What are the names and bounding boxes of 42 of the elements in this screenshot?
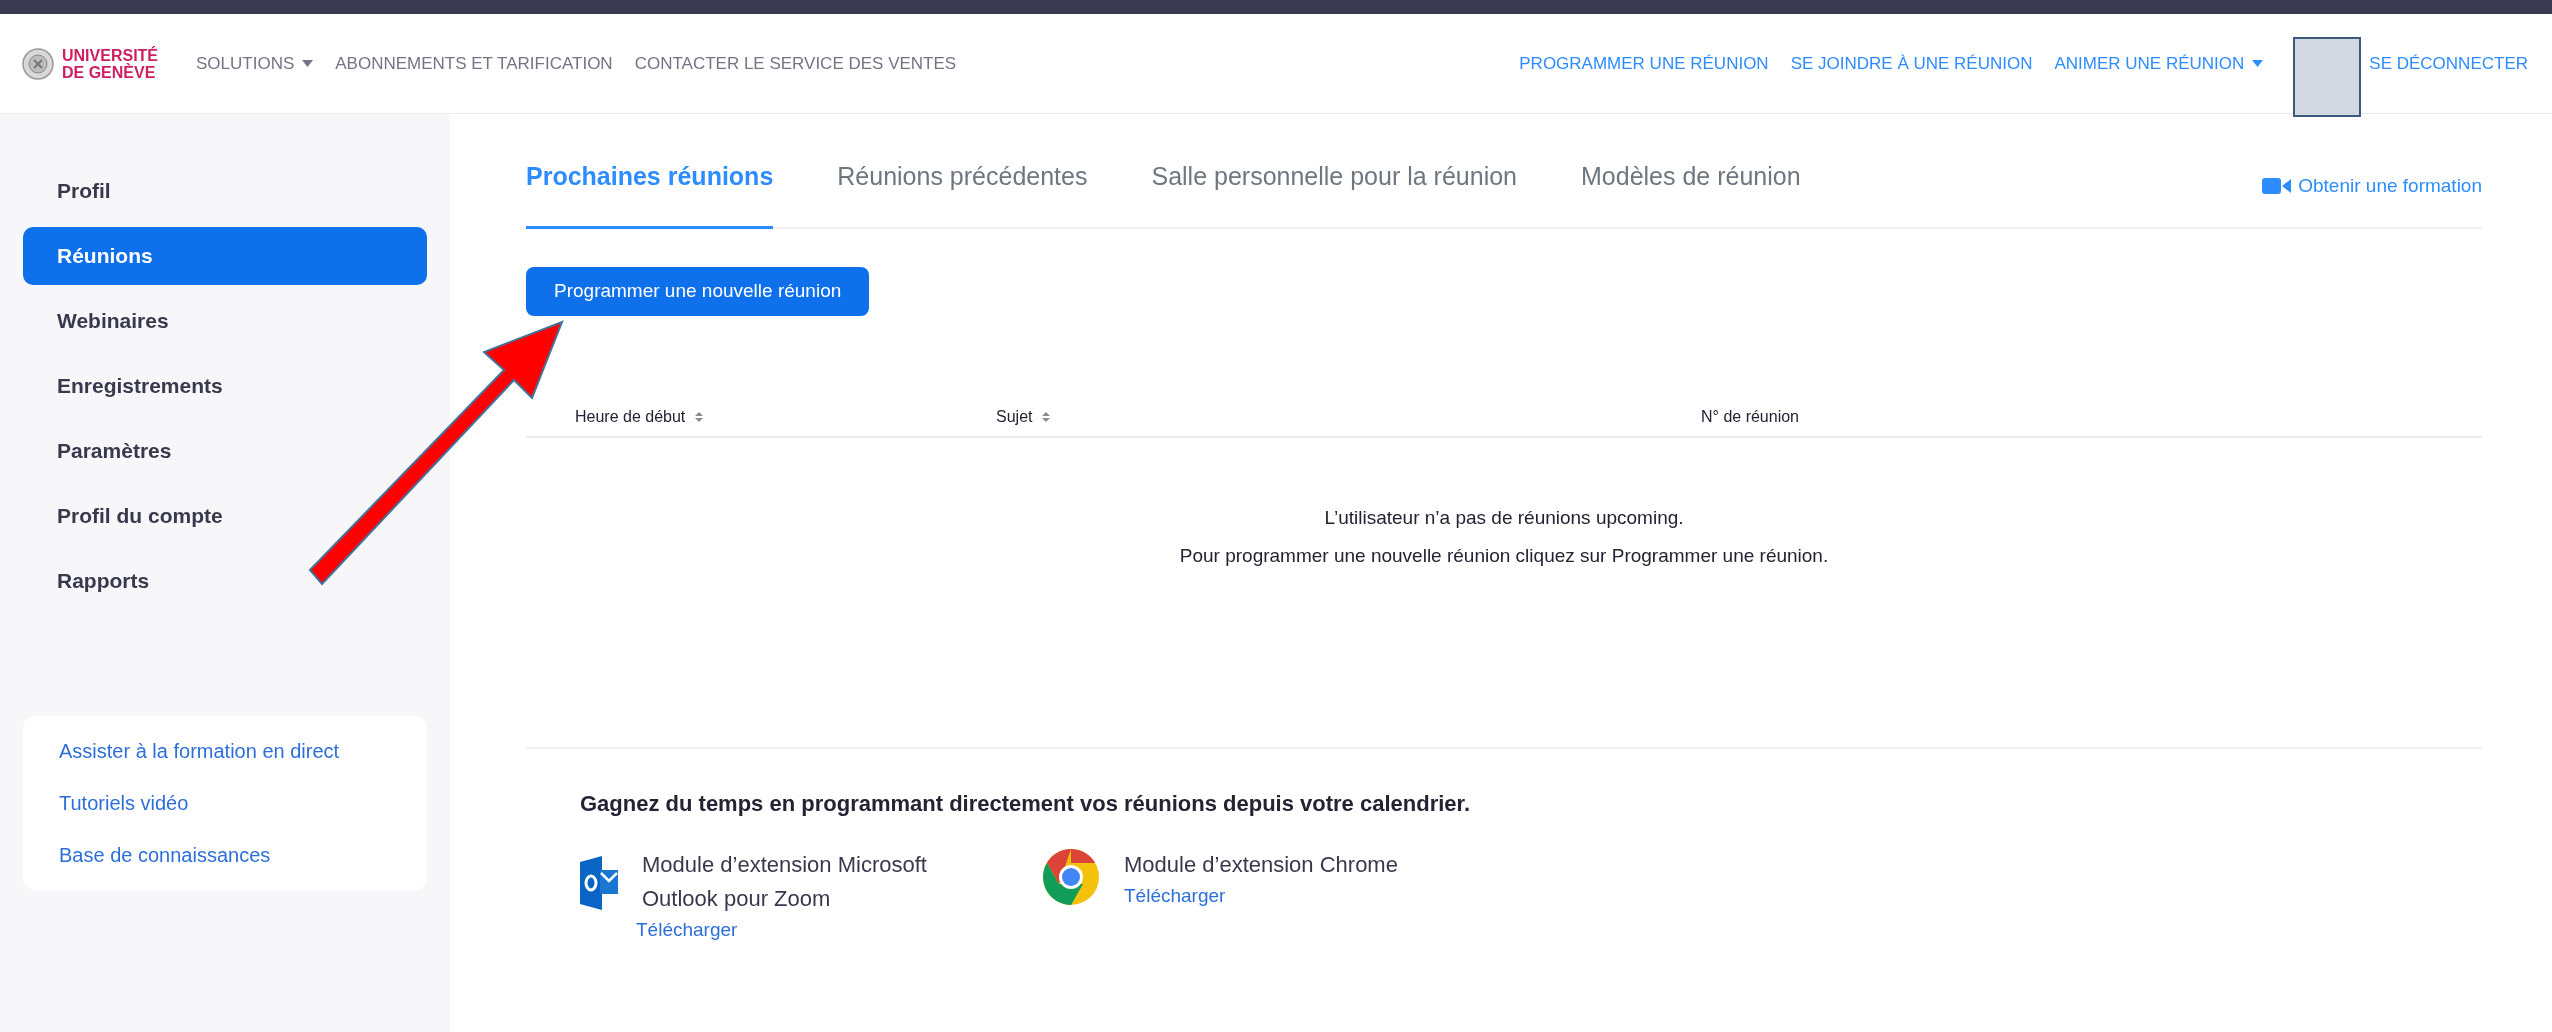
tab[interactable]: Modèles de réunion [1581, 158, 1801, 227]
sidebar-item[interactable]: Paramètres [23, 422, 427, 480]
nav-link[interactable]: ANIMER UNE RÉUNION [2054, 50, 2264, 77]
nav-link[interactable]: SE JOINDRE À UNE RÉUNION [1790, 50, 2033, 77]
new-meeting-button[interactable]: Programmer une nouvelle réunion [526, 266, 870, 316]
envelope-icon [580, 853, 618, 912]
calendar-heading: Gagnez du temps en programmant directement vos réunions depuis votre calendrier. [580, 789, 1471, 818]
nav-link[interactable]: CONTACTER LE SERVICE DES VENTES [634, 50, 957, 77]
chrome-icon [1042, 847, 1100, 906]
download-link[interactable]: Télécharger [636, 915, 962, 944]
tab[interactable]: Salle personnelle pour la réunion [1151, 158, 1517, 227]
sidebar-item[interactable]: Réunions [23, 227, 427, 285]
logo-text: DE GENÈVE [62, 63, 157, 81]
sidebar-item[interactable]: Rapports [23, 552, 427, 610]
sidebar-item[interactable]: Enregistrements [23, 357, 427, 415]
tab[interactable]: Prochaines réunions [526, 158, 774, 229]
signout-link[interactable]: SE DÉCONNECTER [2369, 50, 2528, 77]
sort-icon[interactable] [695, 410, 704, 423]
column-header[interactable]: N° de réunion [1701, 404, 1799, 429]
nav-link[interactable]: PROGRAMMER UNE RÉUNION [1519, 50, 1769, 77]
video-camera-icon [2262, 176, 2293, 197]
sidebar-item[interactable]: Profil [23, 162, 427, 220]
nav-link[interactable]: ABONNEMENTS ET TARIFICATION [335, 50, 613, 77]
logo-text: UNIVERSITÉ [62, 46, 158, 64]
download-link[interactable]: Télécharger [1124, 881, 1398, 910]
empty-message: Pour programmer une nouvelle réunion cliquez sur Programmer une réunion. [1179, 544, 1829, 568]
help-link[interactable]: Assister à la formation en direct [59, 740, 340, 762]
training-link[interactable]: Obtenir une formation [2262, 172, 2482, 201]
avatar[interactable] [2293, 36, 2362, 117]
plugin-name: Module d’extension Chrome [1124, 850, 1398, 879]
empty-message: L’utilisateur n’a pas de réunions upcoming. [1324, 505, 1684, 530]
sidebar-item[interactable]: Webinaires [23, 292, 427, 350]
seal-icon [22, 47, 54, 80]
help-link[interactable]: Base de connaissances [59, 844, 271, 866]
nav-link[interactable]: SOLUTIONS [196, 50, 314, 77]
help-link[interactable]: Tutoriels vidéo [59, 792, 189, 814]
sidebar-item[interactable]: Profil du compte [23, 487, 427, 545]
tab[interactable]: Réunions précédentes [837, 158, 1088, 227]
plugin-name: Module d’extension Microsoft Outlook pour Zoom [642, 850, 928, 913]
column-header[interactable]: Sujet [996, 404, 1033, 429]
column-header[interactable]: Heure de début [575, 404, 686, 429]
sort-icon[interactable] [1042, 410, 1051, 423]
